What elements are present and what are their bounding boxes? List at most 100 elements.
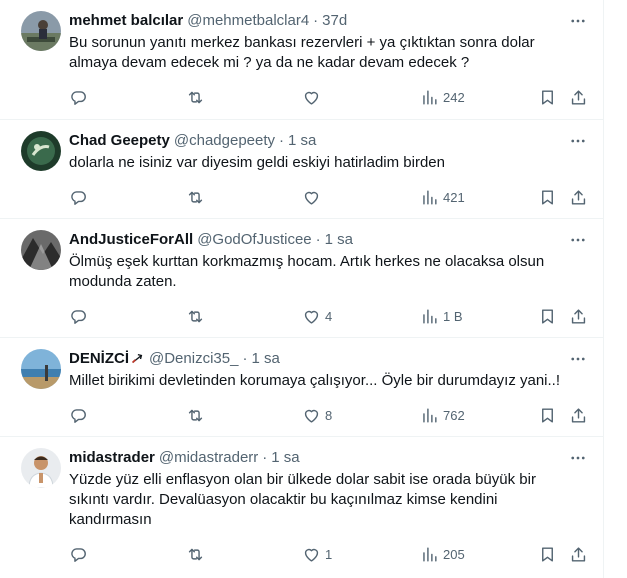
like-button[interactable]: 4 (302, 306, 332, 326)
bookmark-icon (542, 189, 553, 205)
more-icon[interactable] (568, 131, 588, 151)
heart-icon (304, 409, 319, 423)
author-name[interactable]: mehmet balcılar (69, 11, 183, 31)
like-count: 8 (325, 407, 333, 423)
author-handle[interactable]: @GodOfJusticee (197, 230, 311, 250)
author-handle[interactable]: @Denizci35_ (149, 349, 238, 369)
more-icon[interactable] (568, 448, 588, 468)
share-button[interactable] (569, 87, 588, 107)
tweet-header: midastrader @midastraderr · 1 sa (69, 448, 588, 468)
author-name[interactable]: midastrader (69, 448, 155, 468)
tweet-body: midastrader @midastraderr · 1 sa Yüzde y… (69, 448, 588, 530)
tweet-text: Millet birikimi devletinden korumaya çal… (69, 372, 561, 389)
bookmark-button[interactable] (538, 544, 557, 564)
bookmark-button[interactable] (538, 405, 557, 425)
views-icon (423, 308, 437, 324)
tweet-body: AndJusticeForAll @GodOfJusticee · 1 sa Ö… (69, 230, 588, 292)
bookmark-button[interactable] (538, 87, 557, 107)
views-button[interactable]: 421 (420, 187, 465, 207)
tweet[interactable]: mehmet balcılar @mehmetbalclar4 · 37d Bu… (0, 0, 604, 120)
reply-button[interactable] (69, 306, 92, 326)
tweet[interactable]: Chad Geepety @chadgepeety · 1 sa dolarla… (0, 120, 604, 219)
views-icon (423, 546, 437, 562)
author-name[interactable]: AndJusticeForAll (69, 230, 193, 250)
view-count: 421 (443, 189, 465, 205)
avatar[interactable] (21, 349, 61, 389)
more-icon[interactable] (568, 349, 588, 369)
share-icon (571, 189, 586, 205)
bookmark-button[interactable] (538, 187, 557, 207)
repost-icon (188, 310, 203, 322)
reply-icon (71, 408, 86, 423)
author-handle[interactable]: @midastraderr (159, 448, 258, 468)
reply-button[interactable] (69, 544, 92, 564)
reply-icon (71, 190, 86, 205)
views-button[interactable]: 1 B (420, 306, 463, 326)
author-handle[interactable]: @chadgepeety (174, 131, 275, 151)
more-icon[interactable] (568, 230, 588, 250)
share-button[interactable] (569, 306, 588, 326)
repost-icon (188, 548, 203, 560)
repost-button[interactable] (186, 544, 209, 564)
timestamp[interactable]: 1 sa (288, 131, 316, 151)
share-button[interactable] (569, 405, 588, 425)
share-icon (571, 546, 586, 562)
views-button[interactable]: 205 (420, 544, 465, 564)
views-icon (423, 407, 437, 423)
like-button[interactable] (302, 87, 325, 107)
share-button[interactable] (569, 187, 588, 207)
more-icon[interactable] (568, 11, 588, 31)
avatar[interactable] (21, 131, 61, 171)
like-button[interactable] (302, 187, 325, 207)
avatar[interactable] (21, 230, 61, 270)
avatar[interactable] (21, 11, 61, 51)
share-icon (571, 407, 586, 423)
tweet-header: mehmet balcılar @mehmetbalclar4 · 37d (69, 11, 588, 31)
reply-button[interactable] (69, 87, 92, 107)
tweet-actions: 1 205 (69, 544, 588, 564)
author-name[interactable]: Chad Geepety (69, 131, 170, 151)
reply-button[interactable] (69, 405, 92, 425)
tweet-actions: 4 1 B (69, 306, 588, 326)
view-count: 762 (443, 407, 465, 423)
tweet-header: AndJusticeForAll @GodOfJusticee · 1 sa (69, 230, 588, 250)
like-button[interactable]: 1 (302, 544, 332, 564)
anchor-icon (132, 353, 143, 364)
share-icon (571, 308, 586, 324)
author-name[interactable]: DENİZCİ (69, 349, 129, 369)
tweet-text: Yüzde yüz elli enflasyon olan bir ülkede… (69, 471, 536, 528)
reply-icon (71, 90, 86, 105)
views-icon (423, 189, 437, 205)
bookmark-button[interactable] (538, 306, 557, 326)
repost-icon (188, 409, 203, 421)
view-count: 1 B (443, 308, 463, 324)
timestamp[interactable]: 37d (322, 11, 347, 31)
tweet-text: dolarla ne isiniz var diyesim geldi eski… (69, 154, 445, 171)
view-count: 205 (443, 546, 465, 562)
tweet[interactable]: midastrader @midastraderr · 1 sa Yüzde y… (0, 437, 604, 578)
timestamp[interactable]: 1 sa (325, 230, 353, 250)
repost-button[interactable] (186, 187, 209, 207)
avatar[interactable] (21, 448, 61, 488)
views-button[interactable]: 242 (420, 87, 465, 107)
tweet[interactable]: DENİZCİ @Denizci35_ · 1 sa Millet biriki… (0, 338, 604, 437)
author-handle[interactable]: @mehmetbalclar4 (187, 11, 309, 31)
separator-dot: · (315, 231, 321, 248)
like-button[interactable]: 8 (302, 405, 332, 425)
reply-icon (71, 309, 86, 324)
tweet[interactable]: AndJusticeForAll @GodOfJusticee · 1 sa Ö… (0, 219, 604, 338)
views-button[interactable]: 762 (420, 405, 465, 425)
share-button[interactable] (569, 544, 588, 564)
timestamp[interactable]: 1 sa (251, 349, 279, 369)
tweet-actions: 242 (69, 87, 588, 107)
repost-icon (188, 91, 203, 103)
repost-button[interactable] (186, 306, 209, 326)
repost-button[interactable] (186, 405, 209, 425)
separator-dot: · (242, 350, 248, 367)
tweet-actions: 8 762 (69, 405, 588, 425)
tweet-text: Bu sorunun yanıtı merkez bankası rezervl… (69, 34, 535, 71)
reply-button[interactable] (69, 187, 92, 207)
repost-button[interactable] (186, 87, 209, 107)
timestamp[interactable]: 1 sa (271, 448, 299, 468)
repost-icon (188, 191, 203, 203)
